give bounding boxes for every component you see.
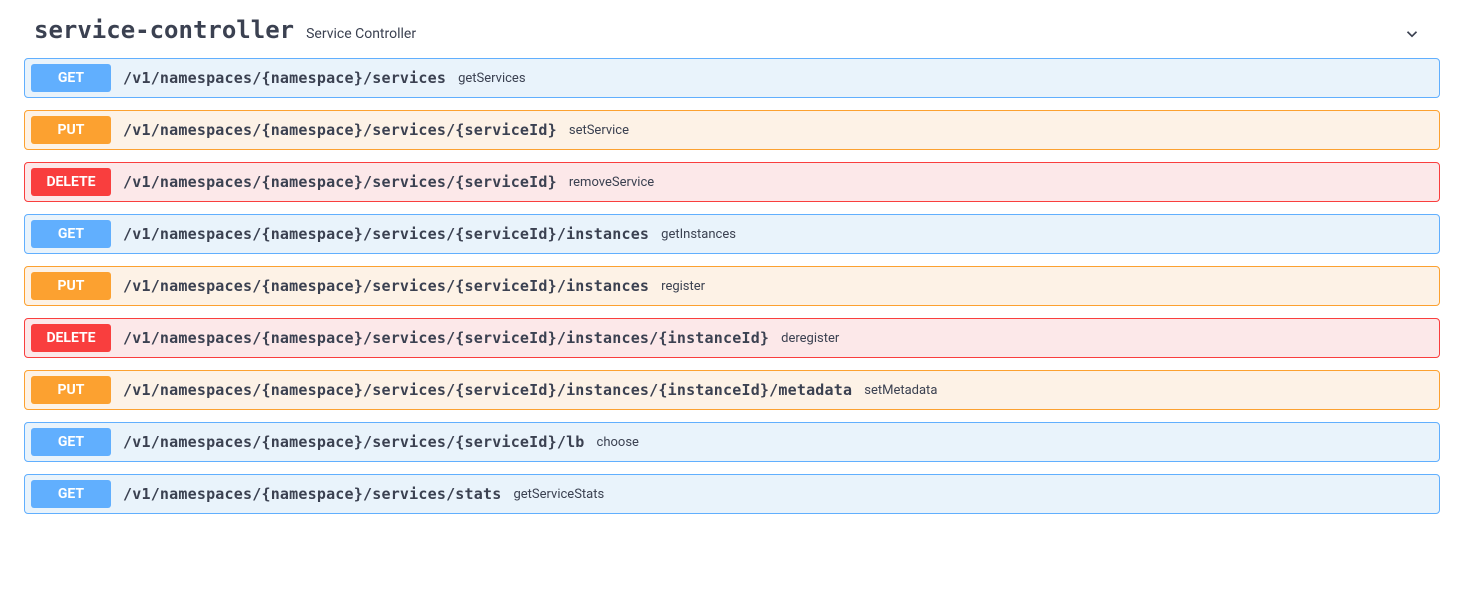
chevron-down-icon[interactable] <box>1402 24 1422 44</box>
operation-summary: getServices <box>458 71 525 86</box>
method-badge-get: GET <box>31 64 111 92</box>
operation-summary: setService <box>569 123 629 138</box>
operations-list: GET/v1/namespaces/{namespace}/services ge… <box>24 58 1440 514</box>
operation-path: /v1/namespaces/{namespace}/services/stat… <box>123 485 501 503</box>
operation-row[interactable]: PUT/v1/namespaces/{namespace}/services/{… <box>24 110 1440 150</box>
method-badge-get: GET <box>31 480 111 508</box>
section-header[interactable]: service-controller Service Controller <box>24 10 1440 58</box>
operation-path: /v1/namespaces/{namespace}/services/{ser… <box>123 121 557 139</box>
section-title: service-controller <box>34 16 294 44</box>
section-description: Service Controller <box>306 26 416 42</box>
operation-path: /v1/namespaces/{namespace}/services/{ser… <box>123 173 557 191</box>
method-badge-put: PUT <box>31 116 111 144</box>
operation-path: /v1/namespaces/{namespace}/services/{ser… <box>123 381 852 399</box>
operation-row[interactable]: PUT/v1/namespaces/{namespace}/services/{… <box>24 370 1440 410</box>
operation-path: /v1/namespaces/{namespace}/services/{ser… <box>123 329 769 347</box>
operation-path: /v1/namespaces/{namespace}/services/{ser… <box>123 433 585 451</box>
operation-summary: getInstances <box>661 227 736 242</box>
method-badge-get: GET <box>31 428 111 456</box>
operation-summary: setMetadata <box>864 383 937 398</box>
operation-row[interactable]: GET/v1/namespaces/{namespace}/services/s… <box>24 474 1440 514</box>
operation-summary: getServiceStats <box>513 487 604 502</box>
operation-summary: choose <box>597 435 639 450</box>
operation-row[interactable]: GET/v1/namespaces/{namespace}/services/{… <box>24 214 1440 254</box>
method-badge-delete: DELETE <box>31 324 111 352</box>
operation-path: /v1/namespaces/{namespace}/services/{ser… <box>123 277 649 295</box>
operation-row[interactable]: GET/v1/namespaces/{namespace}/services/{… <box>24 422 1440 462</box>
operation-summary: removeService <box>569 175 654 190</box>
operation-summary: deregister <box>781 331 839 346</box>
operation-row[interactable]: DELETE/v1/namespaces/{namespace}/service… <box>24 318 1440 358</box>
operation-path: /v1/namespaces/{namespace}/services/{ser… <box>123 225 649 243</box>
method-badge-put: PUT <box>31 272 111 300</box>
operation-row[interactable]: PUT/v1/namespaces/{namespace}/services/{… <box>24 266 1440 306</box>
operation-row[interactable]: GET/v1/namespaces/{namespace}/services ge… <box>24 58 1440 98</box>
operation-row[interactable]: DELETE/v1/namespaces/{namespace}/service… <box>24 162 1440 202</box>
method-badge-put: PUT <box>31 376 111 404</box>
operation-summary: register <box>661 279 705 294</box>
method-badge-get: GET <box>31 220 111 248</box>
method-badge-delete: DELETE <box>31 168 111 196</box>
operation-path: /v1/namespaces/{namespace}/services <box>123 69 446 87</box>
